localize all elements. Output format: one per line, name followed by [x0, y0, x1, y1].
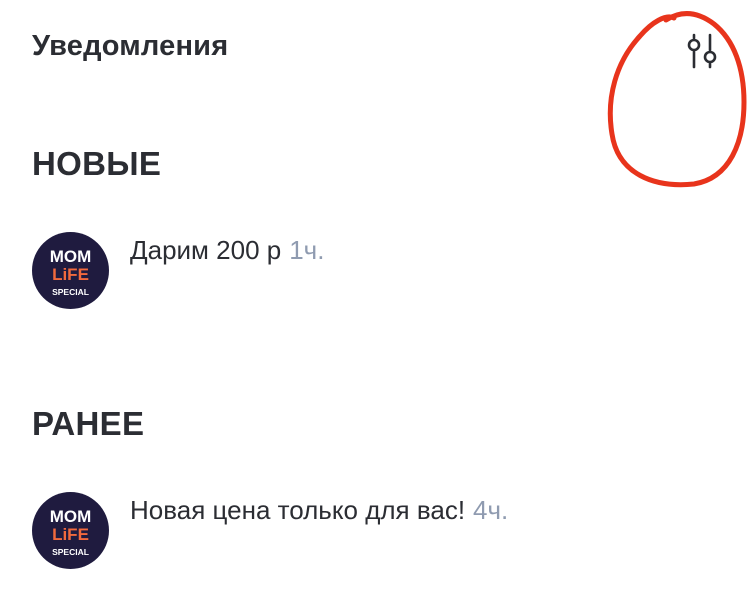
avatar-logo-line1: MOM	[50, 507, 92, 526]
notification-time: 1ч.	[289, 235, 325, 265]
avatar-logo-line2: LiFE	[52, 265, 89, 284]
page-title: Уведомления	[32, 30, 229, 62]
avatar-logo-line1: MOM	[50, 247, 92, 266]
notification-message: Дарим 200 р	[130, 235, 282, 265]
filter-button[interactable]	[676, 26, 726, 76]
avatar-logo-line3: SPECIAL	[52, 547, 89, 557]
notification-message: Новая цена только для вас!	[130, 495, 466, 525]
section-heading-new: НОВЫЕ	[32, 145, 162, 182]
notification-item[interactable]: MOM LiFE SPECIAL Дарим 200 р 1ч.	[32, 232, 722, 314]
avatar: MOM LiFE SPECIAL	[32, 492, 109, 569]
avatar-logo-line2: LiFE	[52, 525, 89, 544]
notification-text: Дарим 200 р 1ч.	[130, 232, 324, 268]
notification-item[interactable]: MOM LiFE SPECIAL Новая цена только для в…	[32, 492, 722, 574]
avatar: MOM LiFE SPECIAL	[32, 232, 109, 309]
notifications-screen: Уведомления НОВЫЕ MOM LiFE SPECIAL Дарим…	[0, 0, 748, 600]
notification-text: Новая цена только для вас! 4ч.	[130, 492, 508, 528]
sliders-icon	[687, 33, 717, 69]
annotation-circle	[607, 11, 747, 188]
section-heading-earlier: РАНЕЕ	[32, 405, 145, 442]
notification-time: 4ч.	[473, 495, 509, 525]
avatar-logo-line3: SPECIAL	[52, 287, 89, 297]
